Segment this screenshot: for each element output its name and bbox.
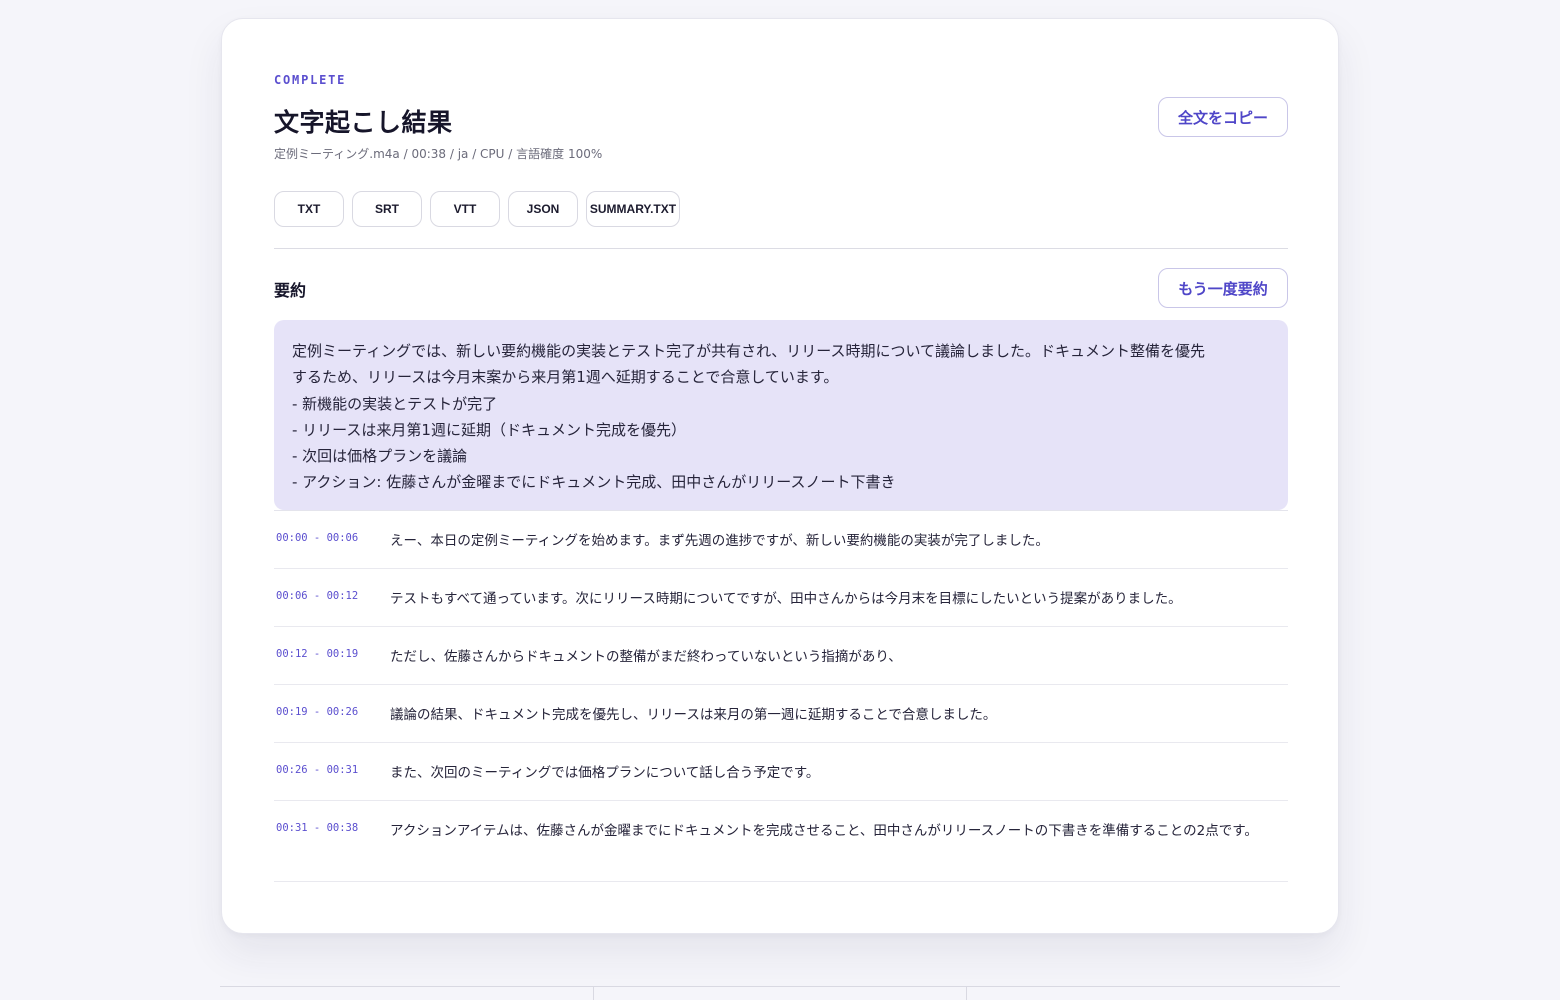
bottom-panel-cell — [594, 987, 968, 1000]
segment-text: 議論の結果、ドキュメント完成を優先し、リリースは来月の第一週に延期することで合意… — [390, 707, 997, 723]
bottom-panel-cell — [967, 987, 1340, 1000]
segment-row: 00:06 - 00:12 テストもすべて通っています。次にリリース時期について… — [274, 569, 1288, 627]
download-srt-button[interactable]: SRT — [352, 191, 422, 227]
segment-time: 00:00 - 00:06 — [276, 532, 359, 544]
resummarize-button[interactable]: もう一度要約 — [1158, 268, 1288, 308]
segment-row: 00:19 - 00:26 議論の結果、ドキュメント完成を優先し、リリースは来月… — [274, 685, 1288, 743]
transcript-segments: 00:00 - 00:06 えー、本日の定例ミーティングを始めます。まず先週の進… — [274, 510, 1288, 882]
download-txt-button[interactable]: TXT — [274, 191, 344, 227]
segment-time: 00:06 - 00:12 — [276, 590, 359, 602]
export-format-buttons: TXT SRT VTT JSON SUMMARY.TXT — [274, 191, 680, 227]
segment-row: 00:31 - 00:38 アクションアイテムは、佐藤さんが金曜までにドキュメン… — [274, 801, 1288, 882]
result-card: COMPLETE 文字起こし結果 定例ミーティング.m4a / 00:38 / … — [221, 18, 1339, 934]
summary-line: - 次回は価格プランを議論 — [292, 447, 468, 466]
summary-line: するため、リリースは今月末案から来月第1週へ延期することで合意しています。 — [292, 368, 839, 387]
download-vtt-button[interactable]: VTT — [430, 191, 500, 227]
summary-line: - アクション: 佐藤さんが金曜までにドキュメント完成、田中さんがリリースノート… — [292, 473, 896, 492]
summary-line: 定例ミーティングでは、新しい要約機能の実装とテスト完了が共有され、リリース時期に… — [292, 342, 1206, 360]
status-label: COMPLETE — [274, 73, 347, 87]
page-title: 文字起こし結果 — [274, 108, 453, 137]
summary-line: - リリースは来月第1週に延期（ドキュメント完成を優先） — [292, 420, 686, 439]
segment-text: また、次回のミーティングでは価格プランについて話し合う予定です。 — [390, 765, 820, 781]
segment-row: 00:26 - 00:31 また、次回のミーティングでは価格プランについて話し合… — [274, 743, 1288, 801]
section-divider — [274, 248, 1288, 249]
segment-time: 00:19 - 00:26 — [276, 706, 359, 718]
segment-text: アクションアイテムは、佐藤さんが金曜までにドキュメントを完成させること、田中さん… — [390, 823, 1258, 839]
segment-row: 00:12 - 00:19 ただし、佐藤さんからドキュメントの整備がまだ終わって… — [274, 627, 1288, 685]
segment-text: テストもすべて通っています。次にリリース時期についてですが、田中さんからは今月末… — [390, 591, 1182, 607]
file-meta: 定例ミーティング.m4a / 00:38 / ja / CPU / 言語確度 1… — [274, 147, 603, 161]
summary-line: - 新機能の実装とテストが完了 — [292, 394, 498, 413]
download-json-button[interactable]: JSON — [508, 191, 578, 227]
bottom-panel-edge — [220, 986, 1340, 1000]
segment-text: えー、本日の定例ミーティングを始めます。まず先週の進捗ですが、新しい要約機能の実… — [390, 533, 1049, 549]
download-summary-button[interactable]: SUMMARY.TXT — [586, 191, 680, 227]
copy-all-button[interactable]: 全文をコピー — [1158, 97, 1288, 137]
segment-text: ただし、佐藤さんからドキュメントの整備がまだ終わっていないという指摘があり、 — [390, 649, 902, 665]
summary-box: 定例ミーティングでは、新しい要約機能の実装とテスト完了が共有され、リリース時期に… — [274, 320, 1288, 510]
segment-time: 00:12 - 00:19 — [276, 648, 359, 660]
summary-heading: 要約 — [274, 281, 307, 300]
segment-time: 00:31 - 00:38 — [276, 822, 359, 834]
bottom-panel-cell — [220, 987, 594, 1000]
segment-row: 00:00 - 00:06 えー、本日の定例ミーティングを始めます。まず先週の進… — [274, 511, 1288, 569]
segment-time: 00:26 - 00:31 — [276, 764, 359, 776]
